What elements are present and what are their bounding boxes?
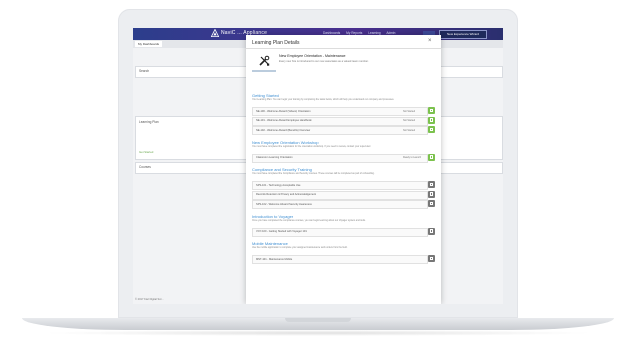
learning-plan-description: Every new hire is introduced to our new … — [279, 60, 369, 63]
laptop-screen: NaviC ... Appliance Dashboards My Report… — [133, 28, 503, 304]
learning-plan-title: New Employee Orientation - Maintenance — [279, 54, 346, 58]
section-description: You must have completed the registration… — [252, 145, 372, 148]
course-row: NE-100 - Welcome Aboard (Videos) Orienta… — [252, 107, 428, 116]
lock-icon[interactable] — [428, 200, 435, 207]
section-title: New Employee Orientation Workshop — [252, 139, 319, 145]
tab-my-dashboards[interactable]: My Dashboards — [135, 41, 163, 47]
launch-icon[interactable] — [428, 107, 435, 114]
section-description: You must have completed the Compliance a… — [252, 173, 375, 175]
background-get-started-link[interactable]: Get Started — [139, 150, 153, 154]
section-description: Once you have completed the compliance c… — [252, 219, 366, 222]
course-name[interactable]: NE-101 - Welcome Aboard Employee Handboo… — [256, 119, 312, 122]
section-title: Getting Started — [252, 93, 279, 98]
launch-icon[interactable] — [428, 126, 435, 133]
lock-icon[interactable] — [428, 190, 435, 198]
launch-icon[interactable] — [428, 153, 435, 161]
course-row: SPS-102 - Welcome Aboard Security Awaren… — [252, 200, 428, 209]
laptop-base-notch — [285, 318, 351, 322]
course-status: Not Started — [403, 128, 416, 132]
course-row: Classroom Learning Orientation Ready to L… — [252, 153, 428, 163]
learning-plan-modal: Learning Plan Details × New Employee Ori… — [246, 35, 441, 304]
course-row: MNT-101 - Maintenance Mobile — [252, 255, 428, 264]
course-name[interactable]: NE-100 - Welcome Aboard (Videos) Orienta… — [256, 110, 311, 113]
launch-icon[interactable] — [428, 116, 435, 124]
course-row: NE-101 - Welcome Aboard Employee Handboo… — [252, 116, 428, 126]
course-status: Not Started — [403, 119, 416, 122]
section-description: Your Learning Plan: You can begin your t… — [252, 99, 395, 101]
background-courses-label: Courses — [139, 165, 151, 169]
laptop-shadow — [40, 330, 596, 336]
course-row: VOY-100 - Getting Started with Voyager 1… — [252, 227, 428, 237]
course-row: NE-102 - Welcome Aboard (Benefits) Overv… — [252, 126, 428, 135]
course-name[interactable]: SPS-101 - Technology Acceptable Use — [256, 184, 301, 187]
lock-icon[interactable] — [428, 227, 435, 235]
section-title: Compliance and Security Training — [252, 167, 312, 172]
tools-icon — [259, 55, 270, 66]
course-name[interactable]: MNT-101 - Maintenance Mobile — [256, 258, 292, 261]
lock-icon[interactable] — [428, 181, 435, 188]
footer-copyright: © 2017 Kiwi Digital Sol... — [135, 298, 164, 301]
background-learning-label: Learning Plan — [139, 120, 159, 124]
lock-icon[interactable] — [428, 255, 435, 262]
brand-logo-icon — [211, 29, 219, 37]
course-name[interactable]: Classroom Learning Orientation — [256, 156, 293, 159]
section-title: Introduction to Voyager — [252, 213, 294, 219]
course-row: Records Retention & Privacy and Acknowle… — [252, 190, 428, 200]
close-icon[interactable]: × — [428, 38, 432, 44]
modal-title: Learning Plan Details — [252, 40, 300, 46]
course-name[interactable]: Records Retention & Privacy and Acknowle… — [256, 193, 316, 196]
course-name[interactable]: NE-102 - Welcome Aboard (Benefits) Overv… — [256, 129, 310, 132]
hero-caption-bar — [252, 70, 276, 72]
course-name[interactable]: SPS-102 - Welcome Aboard Security Awaren… — [256, 203, 312, 206]
course-status: Not Started — [403, 109, 416, 113]
new-experience-wizard-button[interactable]: New Experience Wizard — [439, 30, 487, 39]
course-name[interactable]: VOY-100 - Getting Started with Voyager 1… — [256, 230, 307, 233]
modal-divider — [246, 48, 441, 49]
background-search-label: Search — [139, 69, 150, 73]
section-description: Use the mobile application to complete y… — [252, 247, 348, 249]
course-status: Ready to Launch — [403, 156, 422, 159]
section-title: Mobile Maintenance — [252, 241, 288, 246]
course-row: SPS-101 - Technology Acceptable Use — [252, 181, 428, 190]
